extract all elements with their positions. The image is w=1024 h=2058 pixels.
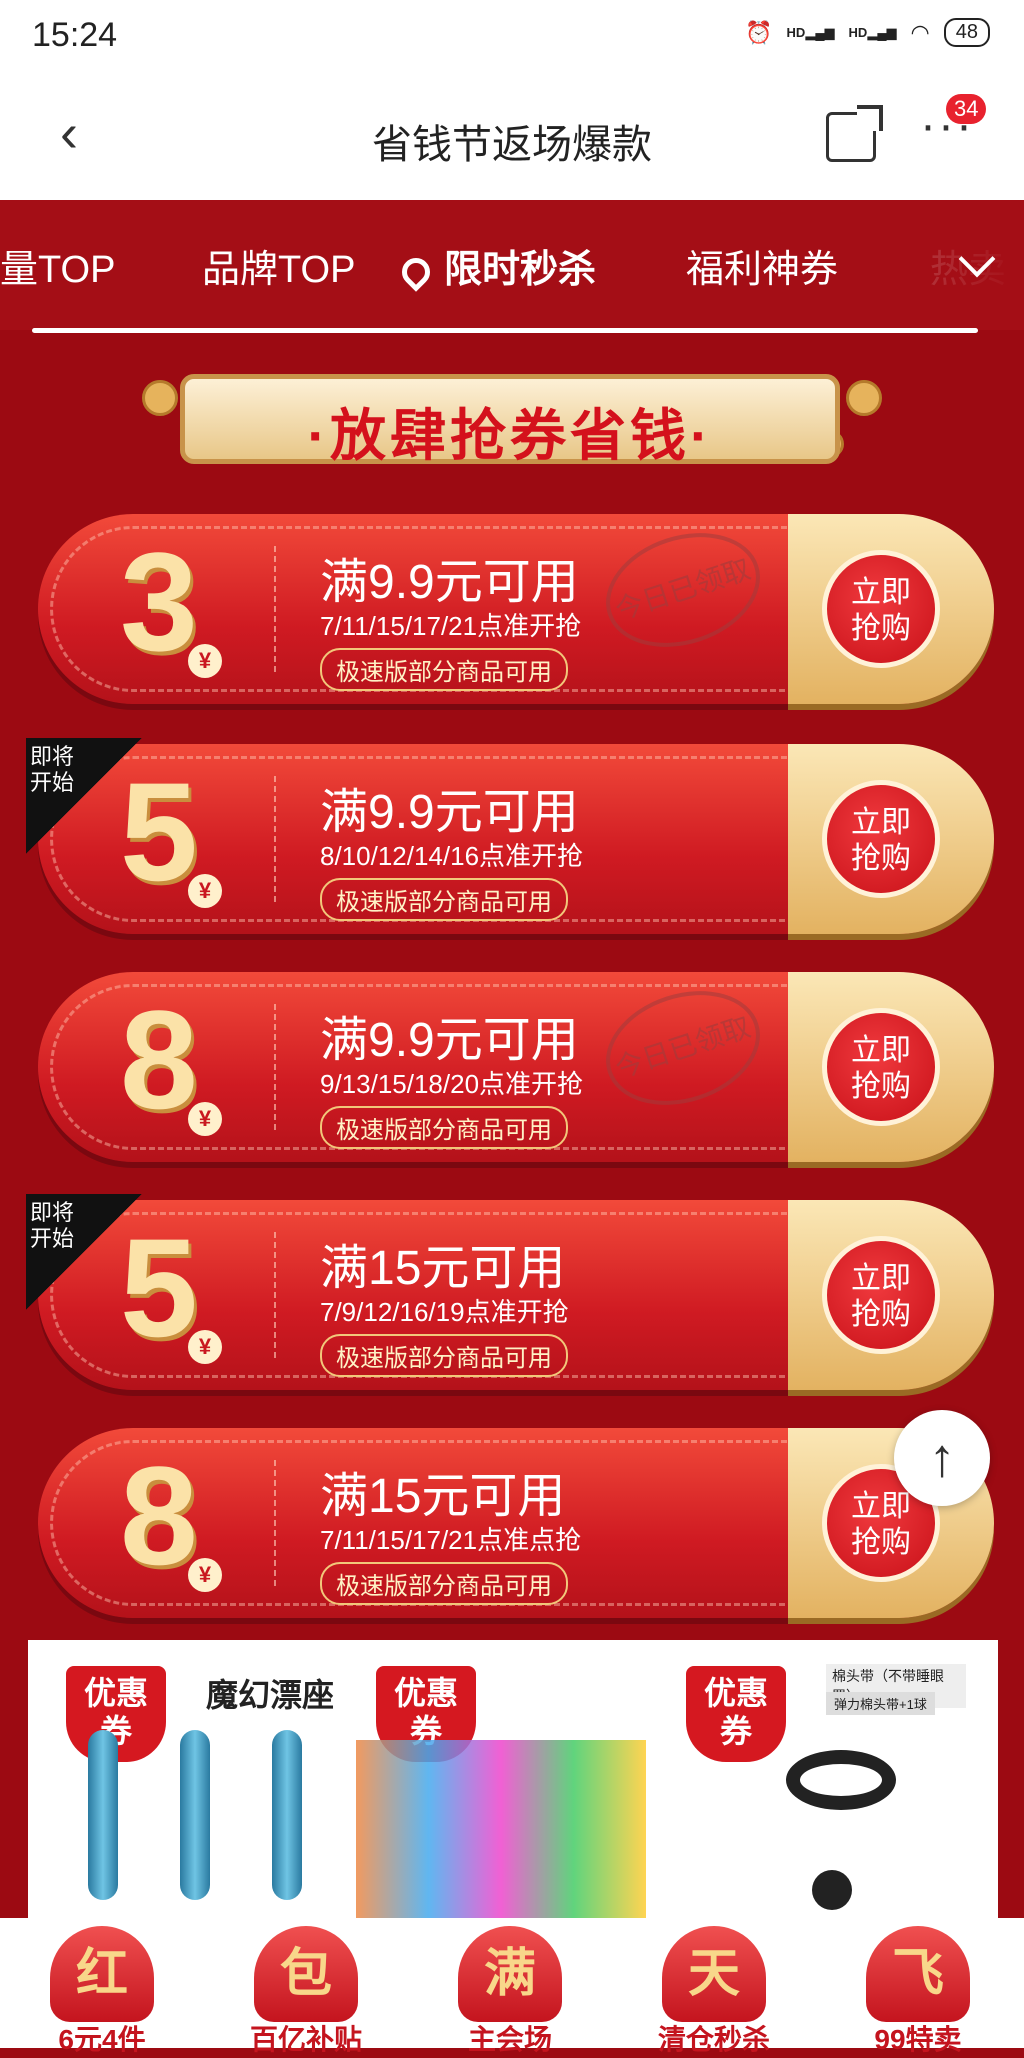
nav-label: 清仓秒杀	[657, 2024, 770, 2055]
nav-item[interactable]: 飞 99特卖	[816, 1918, 1020, 2055]
coupon-scope: 极速版部分商品可用	[320, 1334, 568, 1377]
product-row: 优惠券 魔幻漂座 优惠券 优惠券 棉头带（不带睡眼罩） 弹力棉头带+1球	[28, 1640, 998, 1920]
tab-flash-sale[interactable]: 限时秒杀	[396, 238, 596, 293]
yen-icon: ¥	[188, 1558, 222, 1592]
wifi-icon: ◠	[910, 19, 930, 45]
main-venue-icon: 满	[458, 1926, 562, 2022]
coupon-scope: 极速版部分商品可用	[320, 648, 568, 691]
section-banner: ·放肆抢券省钱·	[180, 374, 840, 467]
yen-icon: ¥	[188, 1102, 222, 1136]
nav-label: 6元4件	[58, 2024, 146, 2055]
back-to-top-button[interactable]: ↑	[894, 1410, 990, 1506]
signal-icon-1: HD▂▄▆	[786, 24, 835, 40]
coin-icon	[846, 380, 882, 416]
coupon-condition: 满9.9元可用	[320, 786, 579, 839]
grab-button[interactable]: 立即 抢购	[822, 1008, 940, 1126]
coupon-condition: 满9.9元可用	[320, 556, 579, 609]
banner-title: ·放肆抢券省钱·	[307, 404, 713, 467]
coupon-scope: 极速版部分商品可用	[320, 1562, 568, 1605]
coupon-ribbon: 优惠券	[686, 1666, 786, 1762]
app-header: ‹ 省钱节返场爆款 ··· 34	[0, 76, 1024, 200]
nav-label: 99特卖	[874, 2024, 962, 2055]
coupon-card[interactable]: 5 ¥ 满15元可用 7/9/12/16/19点准开抢 极速版部分商品可用 立即…	[26, 1194, 994, 1390]
coupon-scope: 极速版部分商品可用	[320, 1106, 568, 1149]
coupon-condition: 满9.9元可用	[320, 1014, 579, 1067]
coupon-card[interactable]: 8 ¥ 满15元可用 7/11/15/17/21点准点抢 极速版部分商品可用 立…	[38, 1428, 994, 1618]
product-image	[356, 1740, 646, 1920]
clearance-icon: 天	[662, 1926, 766, 2022]
category-tabs: 量TOP 品牌TOP 限时秒杀 福利神券 热卖	[0, 200, 1024, 330]
product-card[interactable]: 优惠券 棉头带（不带睡眼罩） 弹力棉头带+1球	[666, 1640, 966, 1920]
nav-item[interactable]: 天清仓秒杀	[612, 1918, 816, 2055]
subsidy-icon: 包	[254, 1926, 358, 2022]
coupon-times: 7/11/15/17/21点准点抢	[320, 1525, 582, 1555]
yen-icon: ¥	[188, 644, 222, 678]
nav-item[interactable]: 包百亿补贴	[204, 1918, 408, 2055]
nav-item[interactable]: 满主会场	[408, 1918, 612, 2055]
bottom-nav: 红 6元4件 包百亿补贴 满主会场 天清仓秒杀 飞 99特卖	[0, 1918, 1024, 2055]
tab-underline	[32, 328, 978, 333]
tab-brand-top[interactable]: 品牌TOP	[202, 238, 355, 293]
nav-label: 主会场	[467, 2024, 552, 2055]
starting-soon-corner: 即将开始	[26, 1194, 142, 1310]
location-pin-icon	[396, 252, 436, 292]
coupon-amount: 8	[120, 1437, 198, 1594]
share-icon[interactable]	[826, 112, 876, 162]
grab-button[interactable]: 立即 抢购	[822, 1236, 940, 1354]
alarm-icon: ⏰	[745, 19, 773, 45]
expand-tabs-button[interactable]	[932, 200, 1024, 330]
product-image	[786, 1750, 896, 1810]
product-sublabel: 弹力棉头带+1球	[826, 1692, 935, 1715]
product-card[interactable]: 优惠券 魔幻漂座	[46, 1640, 346, 1920]
coupon-amount: 8	[120, 981, 198, 1138]
coupon-amount: 3	[120, 523, 198, 680]
coupon-times: 7/9/12/16/19点准开抢	[320, 1297, 569, 1327]
yen-icon: ¥	[188, 1330, 222, 1364]
coupon-times: 7/11/15/17/21点准开抢	[320, 611, 582, 641]
status-time: 15:24	[32, 16, 118, 54]
status-bar: 15:24 ⏰ HD▂▄▆ HD▂▄▆ ◠ 48	[0, 0, 1024, 76]
grab-button[interactable]: 立即 抢购	[822, 780, 940, 898]
coupon-condition: 满15元可用	[320, 1470, 566, 1523]
coupon-scope: 极速版部分商品可用	[320, 878, 568, 921]
starting-soon-corner: 即将开始	[26, 738, 142, 854]
status-icons: ⏰ HD▂▄▆ HD▂▄▆ ◠ 48	[745, 18, 990, 47]
notification-badge: 34	[946, 94, 987, 124]
coupon-card[interactable]: 3 ¥ 满9.9元可用 7/11/15/17/21点准开抢 极速版部分商品可用 …	[38, 514, 994, 704]
red-packet-icon: 红	[50, 1926, 154, 2022]
nav-item[interactable]: 红 6元4件	[0, 1918, 204, 2055]
tab-coupons[interactable]: 福利神券	[686, 238, 838, 293]
starting-soon-label: 即将开始	[30, 744, 75, 795]
arrow-up-icon: ↑	[928, 1428, 956, 1488]
coupon-card[interactable]: 8 ¥ 满9.9元可用 9/13/15/18/20点准开抢 极速版部分商品可用 …	[38, 972, 994, 1162]
special-sale-icon: 飞	[866, 1926, 970, 2022]
starting-soon-label: 即将开始	[30, 1200, 75, 1251]
coupon-card[interactable]: 5 ¥ 满9.9元可用 8/10/12/14/16点准开抢 极速版部分商品可用 …	[26, 738, 994, 934]
coupon-times: 8/10/12/14/16点准开抢	[320, 841, 584, 871]
yen-icon: ¥	[188, 874, 222, 908]
battery-icon: 48	[943, 18, 990, 47]
signal-icon-2: HD▂▄▆	[848, 24, 897, 40]
product-card[interactable]: 优惠券	[356, 1640, 656, 1920]
grab-button[interactable]: 立即 抢购	[822, 550, 940, 668]
product-image	[88, 1730, 118, 1900]
tab-sales-top[interactable]: 量TOP	[0, 238, 115, 293]
nav-label: 百亿补贴	[249, 2024, 362, 2055]
coupon-condition: 满15元可用	[320, 1242, 566, 1295]
coupon-times: 9/13/15/18/20点准开抢	[320, 1069, 584, 1099]
coin-icon	[142, 380, 178, 416]
product-title: 魔幻漂座	[206, 1677, 335, 1713]
chevron-down-icon	[958, 240, 996, 278]
